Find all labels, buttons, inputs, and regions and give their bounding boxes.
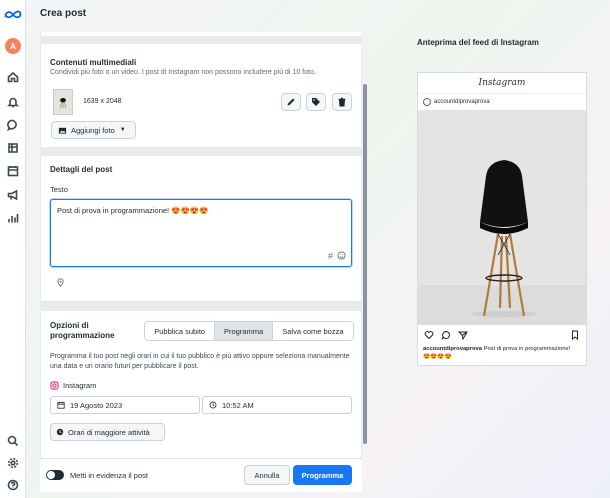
- media-thumbnail[interactable]: [53, 89, 73, 115]
- preview-avatar: [423, 98, 431, 106]
- pencil-icon: [287, 98, 295, 106]
- insights-icon[interactable]: [6, 211, 20, 225]
- preview-caption-emojis: 😍😍😍😍: [423, 354, 452, 360]
- preview-actions: [424, 330, 468, 340]
- preview-caption: accountdiprovaprova Post di prova in pro…: [423, 345, 583, 361]
- tab-publish-now[interactable]: Pubblica subito: [145, 322, 216, 340]
- help-icon[interactable]: [6, 478, 20, 492]
- avatar-letter: A: [10, 41, 16, 51]
- cancel-button[interactable]: Annulla: [244, 465, 290, 485]
- media-description: Condividi più foto o un video. I post di…: [50, 69, 316, 76]
- bookmark-icon: [572, 330, 578, 340]
- scheduling-options-card: Opzioni di programmazione Pubblica subit…: [41, 311, 361, 461]
- post-text-value: Post di prova in programmazione! 😍😍😍😍: [57, 206, 209, 215]
- calendar-icon: [57, 401, 65, 409]
- platform-row: Instagram: [50, 381, 96, 390]
- share-icon: [458, 331, 468, 340]
- preview-account-row: accountdiprovaprova: [423, 98, 490, 106]
- instagram-wordmark: Instagram: [478, 78, 526, 88]
- post-details-card: Dettagli del post Testo Post di prova in…: [41, 156, 361, 301]
- preview-divider: [418, 93, 586, 94]
- chair-photo: [418, 160, 586, 325]
- home-icon[interactable]: [6, 70, 20, 84]
- photo-icon: [58, 127, 67, 134]
- planner-icon[interactable]: [6, 164, 20, 178]
- boost-post-toggle[interactable]: [46, 470, 64, 480]
- clock-icon: [209, 401, 217, 409]
- time-value: 10:52 AM: [222, 400, 254, 410]
- instagram-icon: [50, 381, 59, 390]
- tag-icon: [312, 98, 320, 106]
- tag-media-button[interactable]: [306, 93, 326, 111]
- settings-icon[interactable]: [6, 456, 20, 470]
- composer-footer: Metti in evidenza il post Annulla Progra…: [40, 458, 362, 492]
- schedule-button[interactable]: Programma: [293, 465, 352, 485]
- meta-logo-icon[interactable]: [4, 7, 22, 21]
- best-times-button[interactable]: Orari di maggiore attività: [50, 423, 165, 441]
- preview-caption-text: Post di prova in programmazione!: [483, 346, 571, 352]
- clock-filled-icon: [56, 428, 64, 436]
- tab-schedule[interactable]: Programma: [215, 322, 273, 340]
- avatar[interactable]: A: [5, 38, 21, 54]
- time-field[interactable]: 10:52 AM: [202, 396, 352, 414]
- messages-icon[interactable]: [6, 118, 20, 132]
- schedule-description: Programma il tuo post negli orari in cui…: [50, 353, 350, 370]
- search-icon[interactable]: [6, 434, 20, 448]
- preview-account-name: accountdiprovaprova: [434, 99, 490, 105]
- instagram-feed-preview: Instagram accountdiprovaprova accountdip…: [417, 72, 587, 366]
- details-title: Dettagli del post: [50, 165, 113, 174]
- location-icon[interactable]: [56, 278, 65, 287]
- best-times-label: Orari di maggiore attività: [68, 427, 150, 437]
- add-photo-button[interactable]: Aggiungi foto ▼: [51, 121, 136, 139]
- date-field[interactable]: 19 Agosto 2023: [50, 396, 200, 414]
- date-value: 19 Agosto 2023: [70, 400, 123, 410]
- delete-media-button[interactable]: [332, 93, 352, 111]
- preview-title: Anteprima del feed di Instagram: [417, 38, 539, 47]
- card-top-edge: [41, 32, 361, 36]
- post-composer-panel: Contenuti multimediali Condividi più fot…: [40, 32, 362, 492]
- media-title: Contenuti multimediali: [50, 58, 137, 67]
- left-navigation-rail: A: [0, 0, 26, 498]
- chevron-down-icon: ▼: [119, 127, 126, 133]
- panel-scrollbar-thumb[interactable]: [363, 84, 367, 444]
- comment-icon: [441, 330, 450, 340]
- image-dimensions: 1639 x 2048: [83, 98, 122, 105]
- tab-save-draft[interactable]: Salva come bozza: [272, 322, 353, 340]
- publish-mode-segmented-control: Pubblica subito Programma Salva come boz…: [144, 321, 354, 341]
- text-label: Testo: [50, 185, 68, 194]
- preview-image: [418, 110, 586, 325]
- page-title: Crea post: [40, 8, 87, 19]
- post-text-input[interactable]: Post di prova in programmazione! 😍😍😍😍 #: [50, 199, 352, 267]
- notifications-icon[interactable]: [6, 95, 20, 109]
- boost-post-label: Metti in evidenza il post: [70, 471, 148, 480]
- preview-caption-account: accountdiprovaprova: [423, 346, 482, 352]
- like-icon: [424, 331, 434, 340]
- edit-media-button[interactable]: [281, 93, 301, 111]
- media-card: Contenuti multimediali Condividi più fot…: [41, 44, 361, 147]
- hashtag-icon[interactable]: #: [328, 251, 333, 261]
- ads-icon[interactable]: [6, 188, 20, 202]
- options-title-line1: Opzioni di: [50, 321, 89, 330]
- platform-label: Instagram: [63, 381, 97, 390]
- options-title-line2: programmazione: [50, 331, 115, 340]
- add-photo-label: Aggiungi foto: [71, 125, 115, 135]
- emoji-icon[interactable]: [337, 251, 346, 260]
- content-icon[interactable]: [6, 141, 20, 155]
- trash-icon: [338, 97, 346, 107]
